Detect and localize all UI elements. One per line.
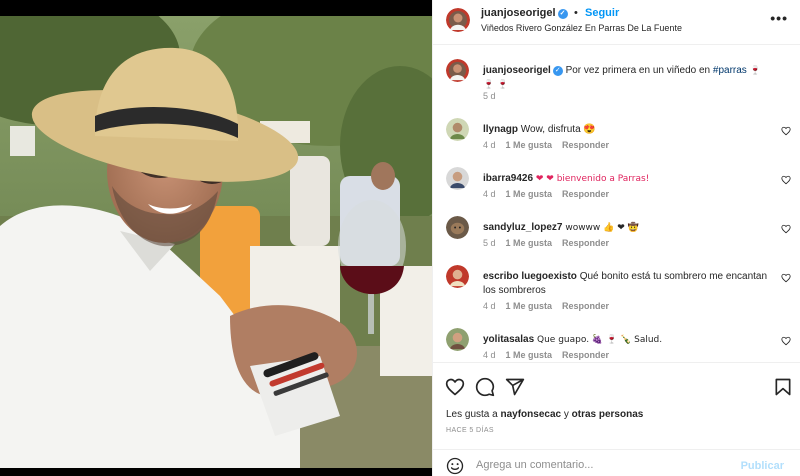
comment-text: llynagp Wow, disfruta 😍 [483,123,773,137]
comment-likes[interactable]: 1 Me gusta [506,140,553,150]
post-header: juanjoseorigel ✓ • Seguir Viñedos Rivero … [433,0,800,45]
comment-meta: 5 d 1 Me gusta Responder [483,238,619,248]
comment-body: wowww 👍 ❤ 🤠 [562,223,639,233]
comment-username[interactable]: yolitasalas [483,334,534,345]
likes-user-link[interactable]: nayfonsecac [500,409,561,420]
caption-age: 5 d [483,91,496,101]
comment-meta: 4 d 1 Me gusta Responder [483,140,619,150]
comment-age: 4 d [483,350,496,360]
publish-button[interactable]: Publicar [741,460,784,472]
comment-age: 4 d [483,140,496,150]
comment-meta: 4 d 1 Me gusta Responder [483,301,619,311]
reply-button[interactable]: Responder [562,301,609,311]
comment-age: 4 d [483,189,496,199]
comment-icon[interactable] [475,377,495,397]
author-avatar[interactable] [446,8,470,32]
like-comment-icon[interactable] [781,126,791,136]
caption-username[interactable]: juanjoseorigel [483,65,551,76]
comment-age: 5 d [483,238,496,248]
comment-age: 4 d [483,301,496,311]
comment-likes[interactable]: 1 Me gusta [506,350,553,360]
comments-list[interactable]: juanjoseorigel ✓ Por vez primera en un vi… [433,46,800,362]
verified-icon: ✓ [552,66,563,76]
photo-letterbox-bottom [0,468,432,476]
comment-likes[interactable]: 1 Me gusta [506,189,553,199]
commenter-avatar[interactable] [446,118,469,141]
commenter-avatar[interactable] [446,265,469,288]
hashtag-link[interactable]: #parras [713,65,747,76]
reply-button[interactable]: Responder [562,189,609,199]
comment-username[interactable]: llynagp [483,124,518,135]
comment-likes[interactable]: 1 Me gusta [506,301,553,311]
commenter-avatar[interactable] [446,216,469,239]
emoji-icon[interactable] [446,457,464,475]
more-options-icon[interactable]: ••• [770,10,788,26]
likes-summary[interactable]: Les gusta a nayfonsecac y otras personas [446,409,643,420]
author-username[interactable]: juanjoseorigel ✓ [481,7,568,19]
like-comment-icon[interactable] [781,273,791,283]
comment-meta: 4 d 1 Me gusta Responder [483,350,619,360]
comment-text: yolitasalas Que guapo. 🍇 🍷 🍾 Salud. [483,333,773,347]
share-icon[interactable] [505,377,525,397]
comment-body: ❤ ❤ bienvenido a Parras! [533,174,650,184]
caption-meta: 5 d [483,91,506,101]
caption-avatar[interactable] [446,59,469,82]
author-username-text[interactable]: juanjoseorigel [481,7,556,19]
post-time-ago[interactable]: HACE 5 DÍAS [446,427,494,434]
likes-others-link[interactable]: otras personas [572,409,644,420]
reply-button[interactable]: Responder [562,350,609,360]
comment-text: ibarra9426 ❤ ❤ bienvenido a Parras! [483,172,773,186]
comment-likes[interactable]: 1 Me gusta [506,238,553,248]
comment-text: escribo luegoexisto Qué bonito está tu s… [483,270,773,298]
heart-icon[interactable] [445,377,465,397]
comment-body: Que guapo. 🍇 🍷 🍾 Salud. [534,335,663,345]
comment-username[interactable]: ibarra9426 [483,173,533,184]
photo-letterbox-top [0,0,432,16]
post-photo[interactable] [0,0,432,476]
separator-dot: • [574,7,578,19]
comment-composer: Publicar [433,449,800,476]
like-comment-icon[interactable] [781,224,791,234]
reply-button[interactable]: Responder [562,238,609,248]
post-side-panel: juanjoseorigel ✓ • Seguir Viñedos Rivero … [432,0,800,476]
comment-username[interactable]: escribo luegoexisto [483,271,577,282]
bookmark-icon[interactable] [773,377,793,397]
likes-middle: y [561,409,572,420]
likes-prefix: Les gusta a [446,409,501,420]
commenter-avatar[interactable] [446,167,469,190]
like-comment-icon[interactable] [781,175,791,185]
caption-body: Por vez primera en un viñedo en [562,65,713,76]
post-image [0,16,432,468]
comment-meta: 4 d 1 Me gusta Responder [483,189,619,199]
verified-icon: ✓ [557,9,568,19]
comment-input[interactable] [476,456,736,474]
follow-button[interactable]: Seguir [585,7,619,19]
reply-button[interactable]: Responder [562,140,609,150]
post-actions: Les gusta a nayfonsecac y otras personas… [433,362,800,476]
comment-body: Wow, disfruta 😍 [518,124,596,135]
like-comment-icon[interactable] [781,336,791,346]
comment-username[interactable]: sandyluz_lopez7 [483,222,562,233]
comment-text: sandyluz_lopez7 wowww 👍 ❤ 🤠 [483,221,773,235]
location-link[interactable]: Viñedos Rivero González En Parras De La … [481,23,682,33]
caption-text: juanjoseorigel ✓ Por vez primera en un vi… [483,64,773,92]
commenter-avatar[interactable] [446,328,469,351]
